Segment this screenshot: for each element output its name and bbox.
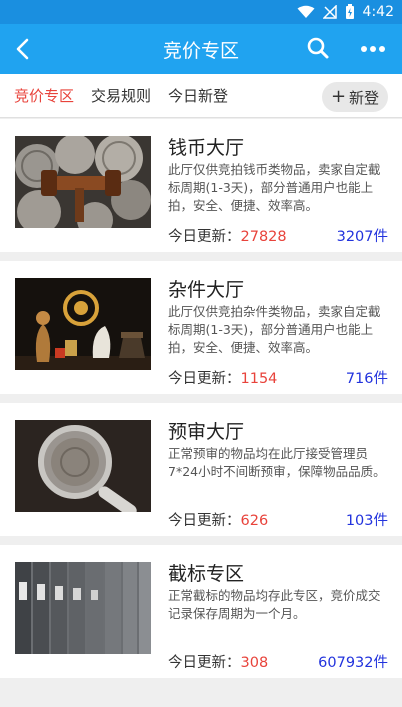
hall-card-coins[interactable]: 钱币大厅 此厅仅供竞拍钱币类物品，卖家自定截标周期(1-3天)，部分普通用户也能… — [0, 119, 402, 252]
today-update-label: 今日更新： — [168, 229, 241, 245]
hall-card-review[interactable]: 预审大厅 正常预审的物品均在此厅接受管理员7*24小时不间断预审，保障物品品质。… — [0, 403, 402, 536]
today-update-label: 今日更新： — [168, 513, 241, 529]
plus-icon: + — [330, 86, 347, 107]
today-update-label: 今日更新： — [168, 655, 241, 671]
today-update: 今日更新：626 — [168, 509, 268, 530]
hall-description: 正常截标的物品均存此专区，竞价成交记录保存周期为一个月。 — [168, 588, 381, 621]
today-update: 今日更新：27828 — [168, 225, 287, 246]
hall-description: 正常预审的物品均在此厅接受管理员7*24小时不间断预审，保障物品品质。 — [168, 446, 386, 479]
coins-gavel-image — [15, 136, 151, 228]
hall-card-misc[interactable]: 杂件大厅 此厅仅供竞拍杂件类物品，卖家自定截标周期(1-3天)，部分普通用户也能… — [0, 261, 402, 394]
status-bar: 4:42 — [0, 0, 402, 24]
search-icon[interactable] — [306, 36, 330, 60]
page-title: 竞价专区 — [162, 39, 239, 62]
app-bar: 竞价专区 — [0, 24, 402, 74]
today-update: 今日更新：308 — [168, 651, 268, 672]
today-update-count: 1154 — [240, 371, 278, 387]
hall-description: 此厅仅供竞拍杂件类物品，卖家自定截标周期(1-3天)，部分普通用户也能上拍，安全… — [168, 304, 381, 355]
hall-card-closed[interactable]: 截标专区 正常截标的物品均存此专区，竞价成交记录保存周期为一个月。 今日更新：3… — [0, 545, 402, 678]
hall-description: 此厅仅供竞拍钱币类物品，卖家自定截标周期(1-3天)，部分普通用户也能上拍，安全… — [168, 162, 381, 213]
hall-name: 杂件大厅 — [168, 279, 245, 301]
binders-image — [15, 562, 151, 654]
item-total: 716件 — [345, 371, 388, 387]
tab-bidding-zone[interactable]: 竞价专区 — [14, 85, 74, 106]
hall-name: 预审大厅 — [168, 421, 245, 443]
back-arrow-icon[interactable] — [12, 37, 36, 61]
hall-name: 截标专区 — [168, 563, 245, 585]
antiques-image — [15, 278, 151, 370]
clock: 4:42 — [362, 4, 394, 20]
battery-icon — [345, 4, 355, 20]
item-total: 607932件 — [318, 655, 388, 671]
hall-list: 钱币大厅 此厅仅供竞拍钱币类物品，卖家自定截标周期(1-3天)，部分普通用户也能… — [0, 119, 402, 687]
item-total: 3207件 — [336, 229, 388, 245]
today-update-count: 308 — [240, 655, 269, 671]
new-listing-label: 新登 — [349, 88, 380, 107]
wifi-icon — [297, 5, 315, 19]
tab-trading-rules[interactable]: 交易规则 — [91, 85, 151, 106]
today-update-count: 626 — [240, 513, 269, 529]
new-listing-button[interactable]: + 新登 — [322, 82, 388, 112]
tab-bar: 竞价专区 交易规则 今日新登 + 新登 — [0, 74, 402, 118]
today-update-label: 今日更新： — [168, 371, 241, 387]
today-update-count: 27828 — [240, 229, 287, 245]
more-options-icon[interactable] — [360, 38, 386, 60]
no-signal-icon — [322, 5, 337, 19]
magnifier-coin-image — [15, 420, 151, 512]
tab-today-new[interactable]: 今日新登 — [168, 85, 228, 106]
item-total: 103件 — [345, 513, 388, 529]
today-update: 今日更新：1154 — [168, 367, 277, 388]
hall-name: 钱币大厅 — [168, 137, 245, 159]
